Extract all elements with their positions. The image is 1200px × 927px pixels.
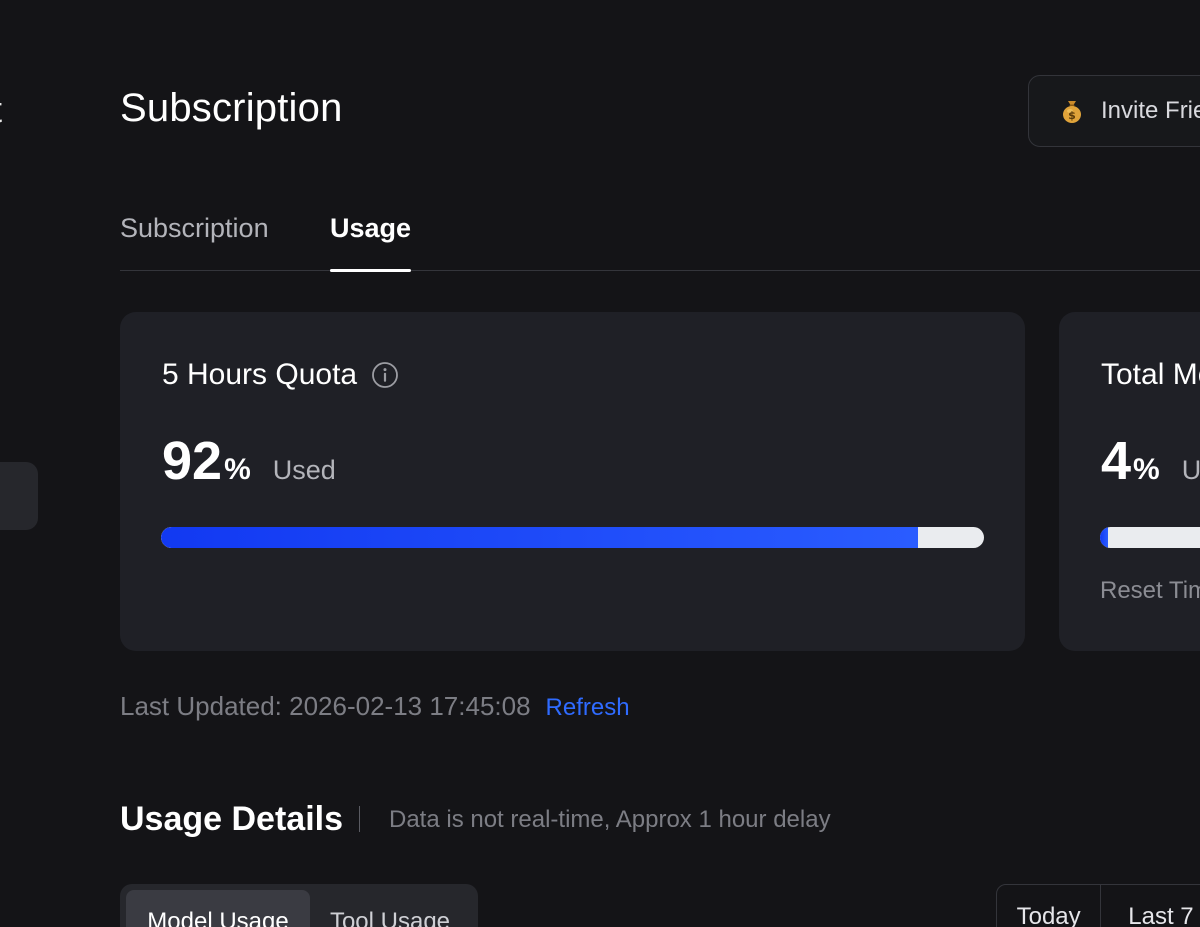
- quota-usage-label: Used: [272, 455, 336, 485]
- monthly-usage-value: 4: [1101, 431, 1132, 491]
- invite-friends-button[interactable]: $ Invite Friends: [1028, 75, 1200, 147]
- monthly-progress-track: [1100, 527, 1200, 548]
- sidebar-active-item[interactable]: [0, 462, 38, 530]
- last-updated: Last Updated: 2026-02-13 17:45:08 Refres…: [120, 691, 630, 722]
- monthly-usage-line: 4 % Used: [1101, 430, 1200, 492]
- app-root: t Subscription $ Invite Friends Subscrip…: [0, 0, 1200, 927]
- svg-text:$: $: [1068, 109, 1076, 122]
- quota-progress-track: [161, 527, 984, 548]
- segment-tool-usage[interactable]: Tool Usage: [310, 890, 470, 927]
- invite-friends-label: Invite Friends: [1101, 97, 1200, 124]
- usage-details-title: Usage Details: [120, 800, 343, 838]
- time-range-selector: Today Last 7 Days: [996, 884, 1200, 927]
- active-tab-indicator: [330, 269, 411, 272]
- quota-usage-unit: %: [224, 453, 251, 486]
- range-today-button[interactable]: Today: [997, 885, 1102, 927]
- quota-card-title-text: 5 Hours Quota: [162, 358, 358, 391]
- monthly-quota-title-text: Total Monthly Web Search Quota: [1101, 358, 1200, 391]
- refresh-link[interactable]: Refresh: [546, 694, 630, 722]
- quota-usage-line: 92 % Used: [162, 430, 336, 492]
- monthly-progress-fill: [1100, 527, 1108, 548]
- quota-progress-fill: [161, 527, 919, 548]
- info-icon[interactable]: [371, 361, 399, 389]
- quota-usage-value: 92: [162, 431, 223, 491]
- usage-details-divider: [359, 806, 360, 832]
- monthly-quota-title: Total Monthly Web Search Quota: [1101, 358, 1200, 392]
- tab-usage[interactable]: Usage: [330, 213, 411, 244]
- five-hours-quota-card: 5 Hours Quota 92 % Used: [120, 312, 1025, 651]
- monthly-usage-label: Used: [1181, 455, 1200, 485]
- range-last-button[interactable]: Last 7 Days: [1101, 885, 1200, 927]
- sidebar-edge-glyph: t: [0, 92, 2, 128]
- quota-card-title: 5 Hours Quota: [162, 358, 399, 392]
- usage-details-note: Data is not real-time, Approx 1 hour del…: [389, 806, 831, 833]
- monthly-usage-unit: %: [1133, 453, 1160, 486]
- money-bag-icon: $: [1059, 98, 1085, 124]
- monthly-reset-time: Reset Time: [1100, 577, 1200, 604]
- last-updated-text: Last Updated: 2026-02-13 17:45:08: [120, 691, 531, 721]
- page-title: Subscription: [120, 86, 343, 130]
- usage-type-segments: Model Usage Tool Usage: [120, 884, 478, 927]
- segment-model-usage[interactable]: Model Usage: [126, 890, 310, 927]
- tab-bar: Subscription Usage: [120, 205, 1200, 272]
- monthly-quota-card: Total Monthly Web Search Quota 4 % Used …: [1059, 312, 1200, 651]
- tab-subscription[interactable]: Subscription: [120, 213, 269, 244]
